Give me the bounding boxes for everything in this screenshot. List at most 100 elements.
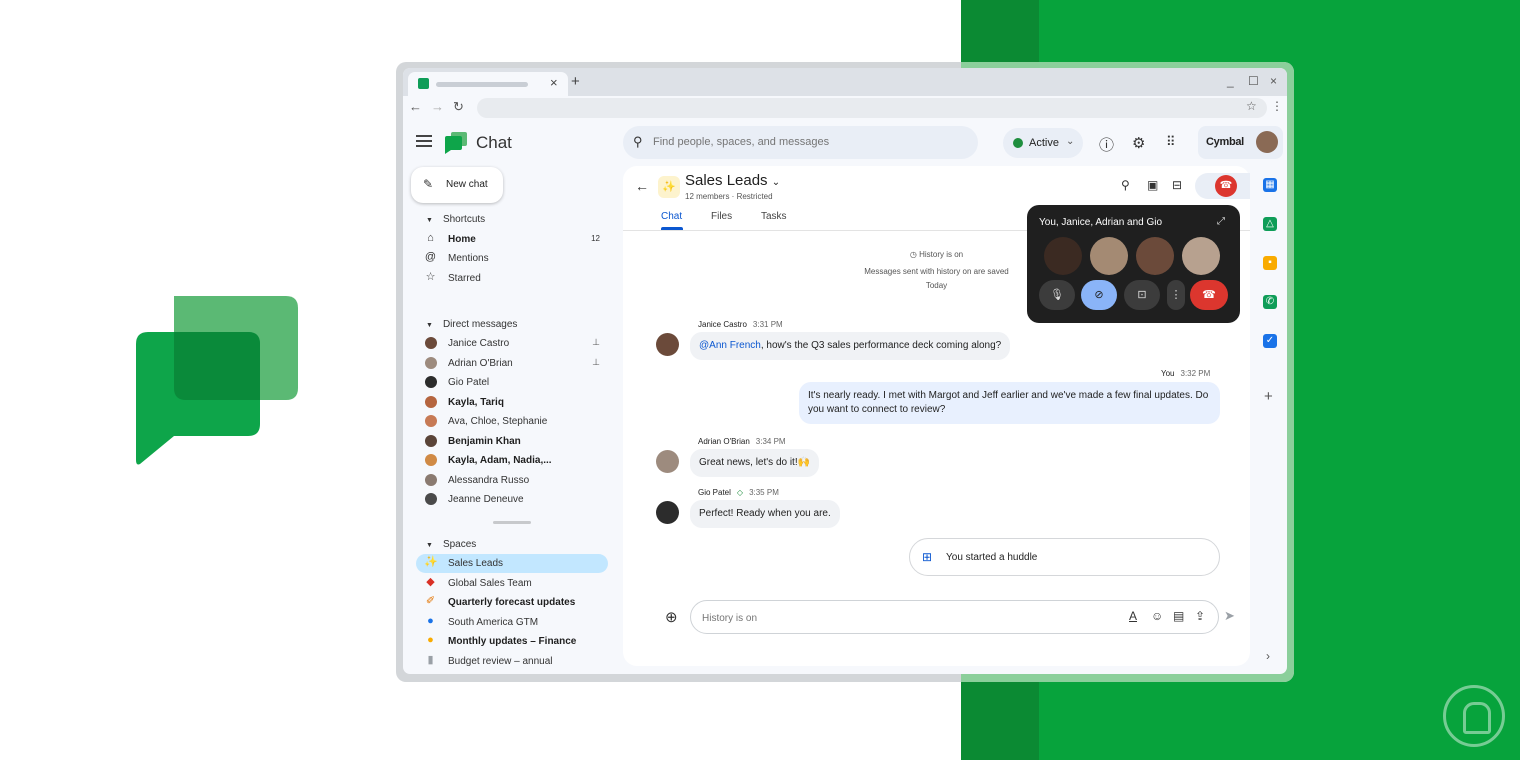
pin-icon[interactable]: ⊥ [592, 357, 600, 368]
avatar[interactable] [656, 501, 679, 524]
dm-item-adrian-obrian[interactable]: Adrian O'Brian ⊥ [416, 354, 608, 373]
tab-tasks[interactable]: Tasks [761, 211, 787, 222]
format-text-icon[interactable]: A [1129, 609, 1137, 623]
sidebar-item-starred[interactable]: ☆ Starred [416, 269, 608, 288]
space-title[interactable]: Sales Leads ⌄ [685, 172, 780, 189]
microphone-button[interactable]: 🎙 [1039, 280, 1075, 310]
pin-icon[interactable]: ⊥ [592, 337, 600, 348]
calendar-icon[interactable]: ▦ [1263, 178, 1277, 192]
apps-grid-icon[interactable]: ⠿ [1166, 134, 1176, 150]
account-switcher[interactable]: Cymbal [1198, 126, 1283, 159]
direct-messages-header-label: Direct messages [442, 319, 518, 330]
end-huddle-button[interactable]: ☎ [1190, 280, 1228, 310]
dm-item-alessandra-russo[interactable]: Alessandra Russo [416, 471, 608, 490]
camera-off-button[interactable]: ⊘ [1081, 280, 1117, 310]
tab-chat[interactable]: Chat [661, 211, 682, 222]
status-selector[interactable]: Active ⌄ [1003, 128, 1083, 158]
back-arrow-icon[interactable]: ← [409, 99, 422, 114]
account-avatar[interactable] [1256, 131, 1278, 153]
dm-item-janice-castro[interactable]: Janice Castro ⊥ [416, 334, 608, 353]
new-chat-button[interactable]: ✎ New chat [411, 167, 503, 203]
present-screen-button[interactable]: ⊡ [1124, 280, 1160, 310]
settings-gear-icon[interactable]: ⚙ [1132, 134, 1145, 152]
huddle-icon: ⊞ [922, 550, 933, 564]
reload-icon[interactable]: ↻ [453, 99, 464, 115]
space-label: South America GTM [448, 617, 539, 628]
message-text: Perfect! Ready when you are. [699, 508, 831, 519]
space-item-quarterly-forecast[interactable]: ✐ Quarterly forecast updates [416, 593, 608, 612]
space-item-budget-review[interactable]: ▮ Budget review – annual [416, 652, 608, 671]
dm-label: Kayla, Tariq [448, 397, 504, 408]
space-item-south-america-gtm[interactable]: ● South America GTM [416, 613, 608, 632]
sidebar-item-label: Mentions [448, 253, 489, 264]
space-title-text: Sales Leads [685, 172, 768, 189]
browser-tab[interactable]: × [408, 72, 568, 96]
tasks-icon[interactable]: ✓ [1263, 334, 1277, 348]
direct-messages-header[interactable]: ▼ Direct messages [426, 319, 517, 330]
sidebar-item-home[interactable]: ⌂ Home 12 [416, 230, 608, 249]
avatar[interactable] [656, 450, 679, 473]
history-clock-icon: ◷ [909, 250, 920, 259]
expand-icon[interactable]: ⤢ [1217, 216, 1225, 227]
tab-files[interactable]: Files [711, 211, 732, 222]
huddle-started-card[interactable]: ⊞ You started a huddle [909, 538, 1220, 576]
dm-item-ava-chloe-stephanie[interactable]: Ava, Chloe, Stephanie [416, 412, 608, 431]
search-input[interactable] [653, 133, 963, 151]
minimize-button[interactable]: _ [1227, 74, 1234, 88]
close-window-button[interactable]: × [1270, 74, 1277, 88]
help-icon[interactable]: ⓘ [1099, 134, 1114, 155]
new-tab-button[interactable]: + [571, 73, 580, 90]
sidebar-resize-handle[interactable] [493, 521, 531, 524]
message-composer[interactable]: A ☺ ▤ ⇪ [690, 600, 1219, 634]
add-addon-icon[interactable]: + [1264, 388, 1273, 405]
message-time: 3:34 PM [755, 437, 786, 446]
message-sender: Gio Patel ◇ 3:35 PM [698, 488, 779, 497]
huddle-participants-title: You, Janice, Adrian and Gio [1039, 217, 1163, 228]
dm-item-gio-patel[interactable]: Gio Patel [416, 373, 608, 392]
message-input[interactable] [702, 610, 1082, 626]
dm-label: Jeanne Deneuve [448, 494, 524, 505]
leave-huddle-button[interactable]: ☎ [1215, 175, 1237, 197]
avatar[interactable] [656, 333, 679, 356]
keep-icon[interactable]: ▪ [1263, 256, 1277, 270]
hamburger-menu-icon[interactable] [416, 135, 432, 147]
search-bar[interactable]: ⚲ [623, 126, 978, 159]
space-item-global-sales-team[interactable]: ◆ Global Sales Team [416, 574, 608, 593]
omnibox[interactable] [477, 98, 1267, 118]
tab-close-icon[interactable]: × [550, 75, 558, 90]
back-arrow-icon[interactable]: ← [635, 178, 649, 194]
shortcuts-header[interactable]: ▼ Shortcuts [426, 214, 485, 225]
emoji-icon[interactable]: ☺ [1151, 609, 1163, 623]
space-sparkle-icon: ✨ [658, 176, 680, 198]
sidebar-item-label: Starred [448, 273, 481, 284]
unread-count-badge: 12 [591, 234, 600, 243]
send-icon[interactable]: ➤ [1224, 608, 1235, 624]
dm-item-kayla-adam-nadia[interactable]: Kayla, Adam, Nadia,... [416, 451, 608, 470]
picture-in-picture-icon[interactable]: ▣ [1147, 178, 1158, 192]
maximize-button[interactable]: ☐ [1248, 74, 1259, 88]
message-sender: Adrian O'Brian 3:34 PM [698, 437, 786, 446]
mention-link[interactable]: @Ann French [699, 340, 761, 351]
browser-menu-icon[interactable]: ⋮ [1271, 99, 1283, 113]
gif-icon[interactable]: ▤ [1173, 609, 1184, 623]
dm-item-benjamin-khan[interactable]: Benjamin Khan [416, 432, 608, 451]
forward-arrow-icon[interactable]: → [431, 99, 444, 114]
upload-icon[interactable]: ⇪ [1195, 609, 1205, 623]
drive-icon[interactable]: △ [1263, 217, 1277, 231]
chevron-right-icon[interactable]: › [1266, 649, 1270, 663]
sidebar-item-mentions[interactable]: @ Mentions [416, 249, 608, 268]
threads-icon[interactable]: ⊟ [1172, 178, 1182, 192]
dm-item-kayla-tariq[interactable]: Kayla, Tariq [416, 393, 608, 412]
dm-label: Adrian O'Brian [448, 358, 513, 369]
voice-icon[interactable]: ✆ [1263, 295, 1277, 309]
space-item-monthly-updates-finance[interactable]: ● Monthly updates – Finance [416, 632, 608, 651]
home-icon: ⌂ [427, 232, 434, 244]
space-item-sales-leads[interactable]: ✨ Sales Leads [416, 554, 608, 573]
bookmark-star-icon[interactable]: ☆ [1246, 99, 1257, 113]
spaces-header[interactable]: ▼ Spaces [426, 539, 476, 550]
huddle-notice-text: You started a huddle [946, 552, 1038, 563]
add-attachment-icon[interactable]: ⊕ [665, 608, 678, 626]
more-options-button[interactable]: ⋮ [1167, 280, 1185, 310]
search-icon[interactable]: ⚲ [1121, 178, 1130, 192]
dm-item-jeanne-deneuve[interactable]: Jeanne Deneuve [416, 490, 608, 509]
